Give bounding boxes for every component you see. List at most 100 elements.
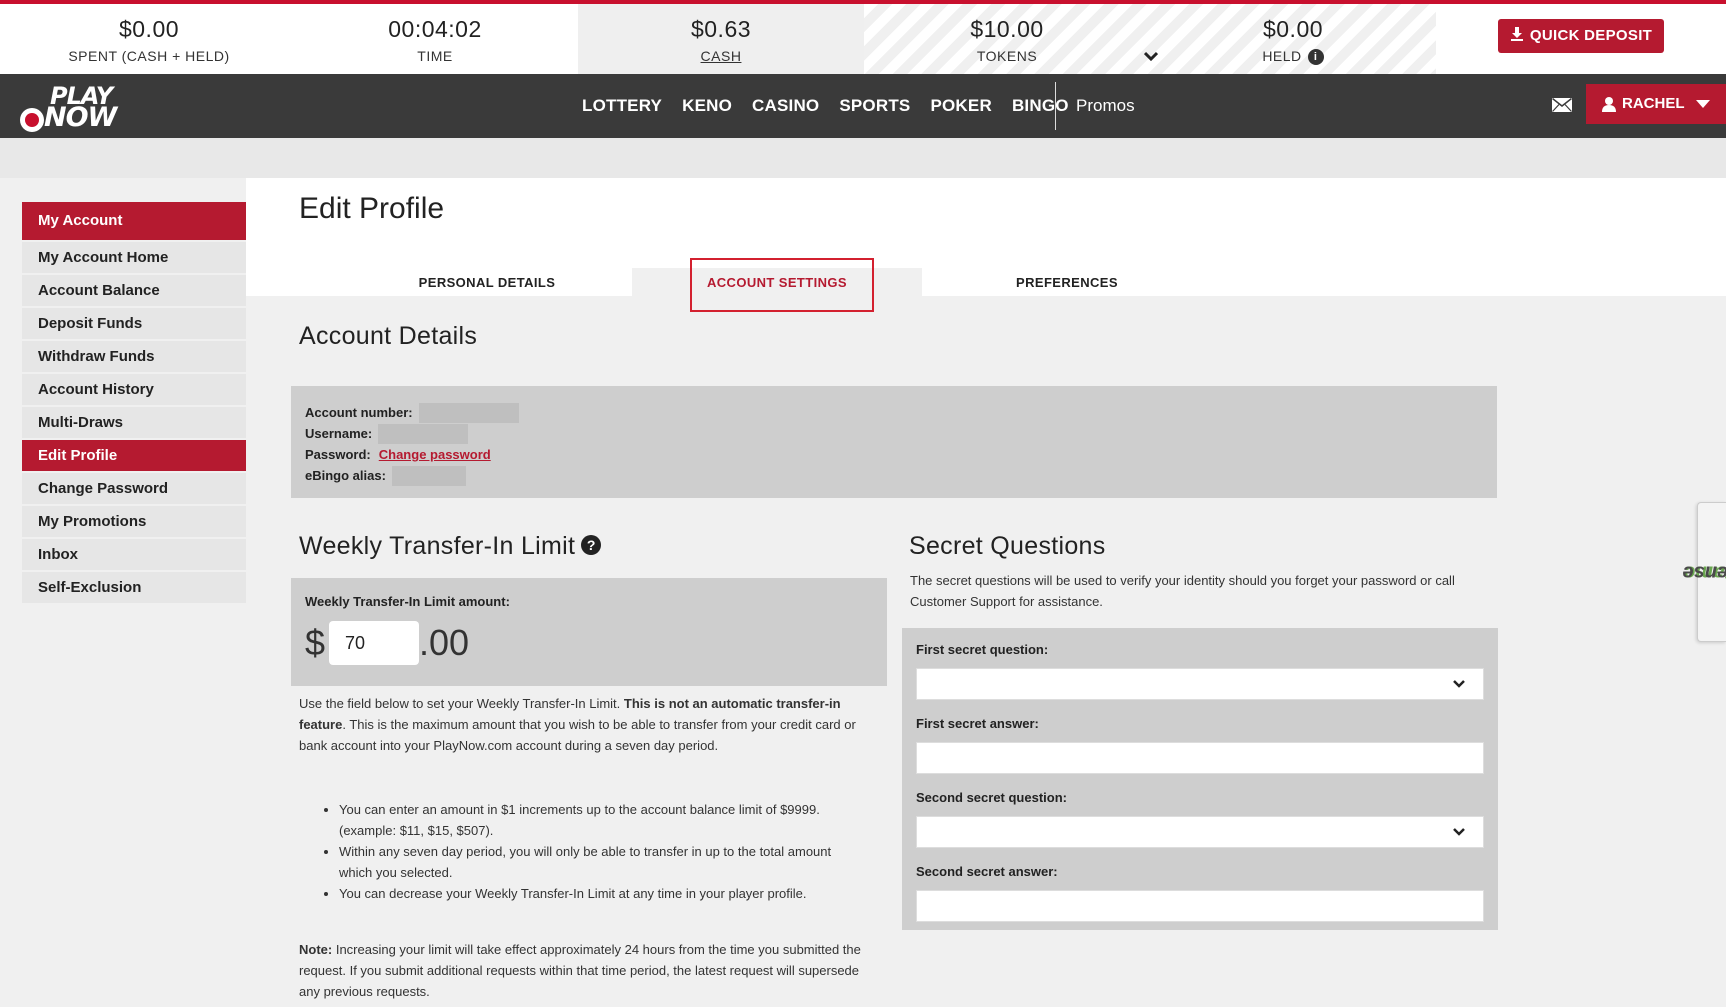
secret-questions-description: The secret questions will be used to ver… [910,573,1455,609]
transfer-limit-input[interactable] [329,621,420,665]
tab-personal-details[interactable]: PERSONAL DETAILS [342,268,632,296]
playnow-logo[interactable]: PLAY NOW [18,80,136,133]
nav-lottery[interactable]: LOTTERY [582,96,662,116]
held-label-wrap: HELD i [1150,48,1436,66]
bullet-item: You can decrease your Weekly Transfer-In… [339,883,866,904]
main-navbar: PLAY NOW LOTTERY KENO CASINO SPORTS POKE… [0,74,1726,138]
balance-bar: $0.00 SPENT (CASH + HELD) 00:04:02 TIME … [0,0,1726,74]
download-icon [1510,27,1523,41]
sidebar-item-edit-profile[interactable]: Edit Profile [22,440,246,471]
sidebar-item-my-promotions[interactable]: My Promotions [22,506,246,537]
spent-label: SPENT (CASH + HELD) [68,48,230,64]
password-label: Password: [305,447,371,462]
sidebar-item-change-password[interactable]: Change Password [22,473,246,504]
time-value: 00:04:02 [388,16,482,42]
page-title: Edit Profile [299,192,445,225]
bullet-item: You can enter an amount in $1 increments… [339,799,866,841]
help-icon[interactable]: ? [581,535,602,555]
sub-band [0,138,1726,178]
cash-stat: $0.63 CASH [578,16,864,64]
nav-keno[interactable]: KENO [682,96,732,116]
user-name: RACHEL [1622,95,1685,112]
chevron-down-icon [1453,675,1465,691]
held-stat: $0.00 HELD i [1150,16,1436,66]
first-question-select[interactable] [916,668,1484,700]
user-icon [1602,96,1616,112]
transfer-limit-note: Note: Increasing your limit will take ef… [299,939,879,1002]
ebingo-row: eBingo alias: [305,465,1483,486]
bullet-item: Within any seven day period, you will on… [339,841,866,883]
tab-preferences[interactable]: PREFERENCES [922,268,1212,296]
nav-casino[interactable]: CASINO [752,96,819,116]
desc-part1: Use the field below to set your Weekly T… [299,696,624,711]
logo-dot-icon [20,108,44,132]
transfer-limit-panel: Weekly Transfer-In Limit amount: $ .00 [291,578,887,686]
currency-symbol: $ [305,622,326,663]
nav-sports[interactable]: SPORTS [839,96,910,116]
second-answer-label: Second secret answer: [916,864,1058,879]
cash-link[interactable]: CASH [578,48,864,64]
tab-highlight-outline [690,258,874,312]
logo-text-now: NOW [44,102,117,133]
secret-questions-title: Secret Questions [909,532,1106,560]
quick-deposit-button[interactable]: QUICK DEPOSIT [1498,19,1664,53]
account-number-row: Account number: [305,402,1483,423]
spent-stat: $0.00 SPENT (CASH + HELD) [6,16,292,64]
mail-icon[interactable] [1552,98,1572,112]
tokens-value: $10.00 [970,16,1044,42]
ebingo-redacted [391,465,466,486]
nav-links: LOTTERY KENO CASINO SPORTS POKER BINGO [582,74,1089,138]
first-question-label: First secret question: [916,642,1049,657]
account-sidebar: My Account My Account Home Account Balan… [22,202,246,605]
tokens-label: TOKENS [976,48,1038,64]
nav-divider [1055,82,1056,130]
gamesense-side-tab[interactable]: GameSense [1683,502,1726,642]
cash-value: $0.63 [690,16,752,42]
quick-deposit-label: QUICK DEPOSIT [1529,27,1653,44]
cents-suffix: .00 [419,622,470,663]
username-row: Username: [305,423,1483,444]
second-answer-input[interactable] [916,890,1484,922]
sidebar-item-account-balance[interactable]: Account Balance [22,275,246,306]
sidebar-item-withdraw-funds[interactable]: Withdraw Funds [22,341,246,372]
held-value: $0.00 [1262,16,1324,42]
account-number-label: Account number: [305,405,413,420]
gamesense-part2: Sense [1682,561,1726,584]
sidebar-item-self-exclusion[interactable]: Self-Exclusion [22,572,246,603]
held-label: HELD [1262,48,1302,64]
spent-value: $0.00 [118,16,180,42]
desc-part2: . This is the maximum amount that you wi… [299,717,856,753]
account-details-panel: Account number: Username: Password: Chan… [291,386,1497,498]
time-stat: 00:04:02 TIME [292,16,578,64]
second-question-select[interactable] [916,816,1484,848]
password-row: Password: Change password [305,444,1483,465]
nav-poker[interactable]: POKER [930,96,991,116]
change-password-link[interactable]: Change password [379,447,491,462]
note-label: Note: [299,942,333,957]
sidebar-item-inbox[interactable]: Inbox [22,539,246,570]
secret-questions-panel: First secret question: First secret answ… [902,628,1498,930]
transfer-limit-title-wrap: Weekly Transfer-In Limit? [299,532,602,561]
first-answer-label: First secret answer: [916,716,1039,731]
info-icon[interactable]: i [1307,49,1324,66]
sidebar-item-my-account-home[interactable]: My Account Home [22,242,246,273]
nav-promos[interactable]: Promos [1076,96,1135,116]
tokens-stat: $10.00 TOKENS [864,16,1150,64]
transfer-limit-title: Weekly Transfer-In Limit [299,532,576,560]
nav-bingo[interactable]: BINGO [1012,96,1069,116]
sidebar-item-account-history[interactable]: Account History [22,374,246,405]
chevron-down-icon [1453,823,1465,839]
transfer-limit-amount-label: Weekly Transfer-In Limit amount: [305,594,510,609]
transfer-limit-bullets: You can enter an amount in $1 increments… [321,799,866,904]
sidebar-heading[interactable]: My Account [22,202,246,240]
first-answer-input[interactable] [916,742,1484,774]
sidebar-item-deposit-funds[interactable]: Deposit Funds [22,308,246,339]
second-question-label: Second secret question: [916,790,1067,805]
ebingo-label: eBingo alias: [305,468,386,483]
time-label: TIME [417,48,453,64]
account-number-redacted [418,402,519,423]
user-menu-button[interactable]: RACHEL [1586,84,1726,124]
transfer-limit-row: $ .00 [305,621,873,665]
transfer-limit-description: Use the field below to set your Weekly T… [299,693,879,756]
sidebar-item-multi-draws[interactable]: Multi-Draws [22,407,246,438]
